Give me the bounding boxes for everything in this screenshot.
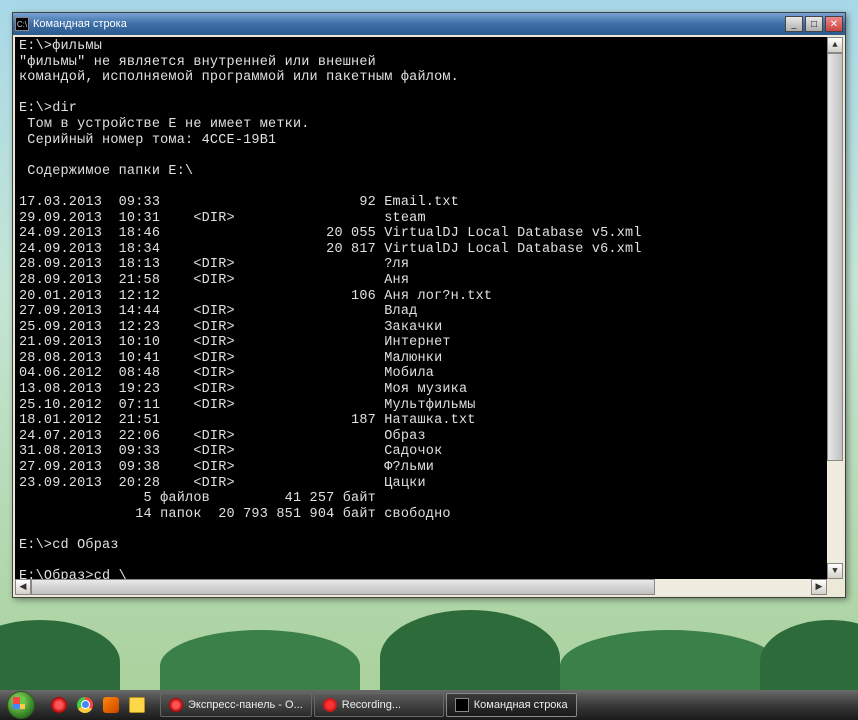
desktop-hill xyxy=(560,630,780,690)
taskbar-button-label: Recording... xyxy=(342,699,401,711)
quicklaunch-app[interactable] xyxy=(100,694,122,716)
cmd-icon xyxy=(455,698,469,712)
cmd-window: C:\ Командная строка _ □ ✕ E:\>фильмы "ф… xyxy=(12,12,846,598)
close-button[interactable]: ✕ xyxy=(825,16,843,32)
desktop-hill xyxy=(160,630,360,690)
totalcmd-icon xyxy=(129,697,145,713)
chrome-icon xyxy=(77,697,93,713)
scroll-thumb[interactable] xyxy=(827,53,843,461)
opera-icon xyxy=(169,698,183,712)
scroll-down-button[interactable]: ▼ xyxy=(827,563,843,579)
scroll-up-button[interactable]: ▲ xyxy=(827,37,843,53)
quicklaunch-chrome[interactable] xyxy=(74,694,96,716)
scroll-track[interactable] xyxy=(827,53,843,563)
maximize-button[interactable]: □ xyxy=(805,16,823,32)
start-button[interactable] xyxy=(0,690,42,720)
quicklaunch xyxy=(42,694,154,716)
taskbar-button[interactable]: Экспресс-панель - O... xyxy=(160,693,312,717)
windows-logo-icon xyxy=(7,691,35,719)
taskbar: Экспресс-панель - O... Recording... Команд… xyxy=(0,690,858,720)
cmd-icon: C:\ xyxy=(15,17,29,31)
titlebar[interactable]: C:\ Командная строка _ □ ✕ xyxy=(13,13,845,35)
scroll-track[interactable] xyxy=(31,579,811,595)
taskbar-button-label: Экспресс-панель - O... xyxy=(188,699,303,711)
scrollbar-corner xyxy=(827,579,843,595)
opera-icon xyxy=(51,697,67,713)
console-area[interactable]: E:\>фильмы "фильмы" не является внутренн… xyxy=(15,37,843,579)
console-output: E:\>фильмы "фильмы" не является внутренн… xyxy=(15,37,843,579)
rec-icon xyxy=(323,698,337,712)
scroll-left-button[interactable]: ◀ xyxy=(15,579,31,595)
taskbar-button-label: Командная строка xyxy=(474,699,568,711)
window-title: Командная строка xyxy=(33,18,785,30)
quicklaunch-opera[interactable] xyxy=(48,694,70,716)
taskbar-button[interactable]: Recording... xyxy=(314,693,444,717)
desktop-hill xyxy=(760,620,858,690)
horizontal-scrollbar[interactable]: ◀ ▶ xyxy=(15,579,827,595)
quicklaunch-totalcmd[interactable] xyxy=(126,694,148,716)
desktop-hill xyxy=(0,620,120,690)
task-buttons: Экспресс-панель - O... Recording... Команд… xyxy=(160,693,577,717)
app-icon xyxy=(103,697,119,713)
desktop-hill xyxy=(380,610,560,690)
vertical-scrollbar[interactable]: ▲ ▼ xyxy=(827,37,843,579)
scroll-right-button[interactable]: ▶ xyxy=(811,579,827,595)
taskbar-button[interactable]: Командная строка xyxy=(446,693,577,717)
scroll-thumb[interactable] xyxy=(31,579,655,595)
minimize-button[interactable]: _ xyxy=(785,16,803,32)
